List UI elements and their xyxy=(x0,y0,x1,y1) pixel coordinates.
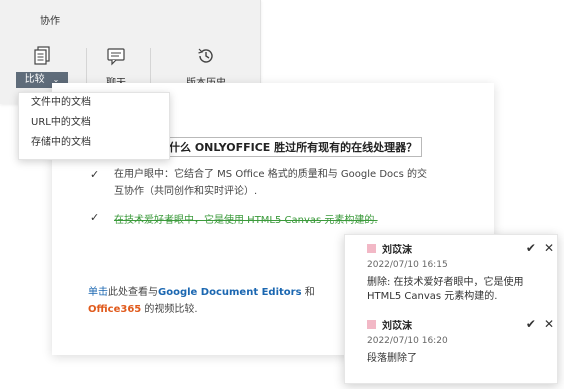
change-text: 删除: 在技术爱好者眼中，它是使用 HTML5 Canvas 元素构建的. xyxy=(367,277,524,302)
author-color-swatch xyxy=(367,244,376,253)
change-item: 刘苡沫 ✔ ✕ 2022/07/10 16:15 删除: 在技术爱好者眼中，它是… xyxy=(367,241,554,304)
check-icon[interactable]: ✔ xyxy=(526,241,536,255)
change-author: 刘苡沫 xyxy=(367,241,552,256)
check-icon: ✓ xyxy=(90,211,100,224)
menu-item-document-from-storage[interactable]: 存储中的文档 xyxy=(19,133,169,153)
change-actions: ✔ ✕ xyxy=(526,317,554,331)
and-text: 和 xyxy=(301,287,315,298)
close-icon[interactable]: ✕ xyxy=(544,317,554,331)
menu-item-document-from-file[interactable]: 文件中的文档 xyxy=(19,93,169,113)
change-item: 刘苡沫 ✔ ✕ 2022/07/10 16:20 段落删除了 xyxy=(367,317,554,366)
author-name: 刘苡沫 xyxy=(382,245,412,256)
check-icon: ✓ xyxy=(90,168,100,181)
check-icon[interactable]: ✔ xyxy=(526,317,536,331)
compare-icon xyxy=(34,46,50,65)
change-date: 2022/07/10 16:20 xyxy=(367,336,448,346)
link-text-2: 的视频比较. xyxy=(141,304,198,315)
menu-item-document-from-url[interactable]: URL中的文档 xyxy=(19,113,169,133)
compare-button[interactable]: 比较 ⌄ xyxy=(16,46,68,88)
compare-label: 比较 xyxy=(24,74,45,85)
chat-icon xyxy=(107,48,125,66)
track-changes-panel: 刘苡沫 ✔ ✕ 2022/07/10 16:15 删除: 在技术爱好者眼中，它是… xyxy=(344,234,558,384)
office365-link[interactable]: Office365 xyxy=(88,304,141,315)
google-editors-link[interactable]: Google Document Editors xyxy=(158,287,302,298)
bullet-text-2-deleted[interactable]: 在技术爱好者眼中，它是使用 HTML5 Canvas 元素构建的. xyxy=(114,211,378,226)
tab-collaboration-label: 协作 xyxy=(40,16,60,27)
video-comparison-paragraph: 单击此处查看与Google Document Editors 和 Office3… xyxy=(88,284,318,318)
close-icon[interactable]: ✕ xyxy=(544,241,554,255)
change-text: 段落删除了 xyxy=(367,353,417,364)
author-name: 刘苡沫 xyxy=(382,321,412,332)
author-color-swatch xyxy=(367,320,376,329)
document-heading[interactable]: 什么 ONLYOFFICE 胜过所有现有的在线处理器？ xyxy=(164,137,423,157)
change-author: 刘苡沫 xyxy=(367,317,552,332)
tab-collaboration[interactable]: 协作 xyxy=(0,0,86,35)
change-actions: ✔ ✕ xyxy=(526,241,554,255)
bullet-text-1[interactable]: 在用户眼中：它结合了 MS Office 格式的质量和与 Google Docs… xyxy=(114,166,434,200)
change-date: 2022/07/10 16:15 xyxy=(367,260,448,270)
link-text-1: 此处查看与 xyxy=(108,287,158,298)
history-icon xyxy=(198,48,213,63)
click-here-link[interactable]: 单击 xyxy=(88,287,108,298)
compare-dropdown-menu: 文件中的文档 URL中的文档 存储中的文档 xyxy=(18,92,170,160)
